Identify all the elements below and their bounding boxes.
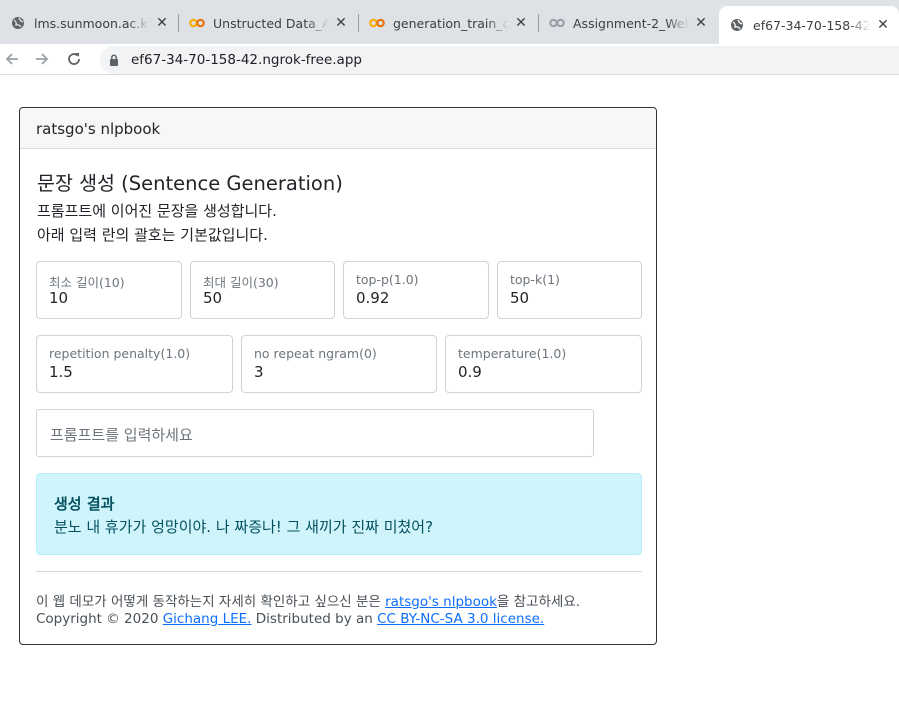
prompt-input[interactable]: 프롬프트를 입력하세요 <box>36 409 594 457</box>
globe-icon <box>729 17 745 33</box>
reload-button[interactable] <box>63 48 85 70</box>
close-icon[interactable]: ✕ <box>513 15 529 31</box>
browser-toolbar: ef67-34-70-158-42.ngrok-free.app <box>0 44 899 75</box>
arrow-left-icon <box>5 53 18 65</box>
address-bar[interactable]: ef67-34-70-158-42.ngrok-free.app <box>100 46 899 74</box>
nlpbook-card: ratsgo's nlpbook 문장 생성 (Sentence Generat… <box>19 107 657 645</box>
max-length-input[interactable]: 50 <box>203 289 222 307</box>
close-icon[interactable]: ✕ <box>333 15 349 31</box>
tab-title: Assignment-2_Web.ipynb <box>573 15 689 31</box>
footer-line-1: 이 웹 데모가 어떻게 동작하는지 자세히 확인하고 싶으신 분은 ratsgo… <box>36 590 580 610</box>
tab-title: lms.sunmoon.ac.kr_ilos <box>34 15 150 31</box>
reload-icon <box>68 53 80 65</box>
no-repeat-ngram-input[interactable]: 3 <box>254 363 264 381</box>
top-p-label: top-p(1.0) <box>356 272 419 287</box>
license-link[interactable]: CC BY-NC-SA 3.0 license. <box>377 611 544 627</box>
tab-ngrok-active[interactable]: ef67-34-70-158-42.ngrok ✕ <box>719 6 899 44</box>
author-link[interactable]: Gichang LEE. <box>163 611 252 627</box>
footer-text: 을 참고하세요. <box>496 594 581 610</box>
repetition-penalty-input[interactable]: 1.5 <box>49 363 73 381</box>
tab-unstructed-data[interactable]: Unstructed Data_Assign ✕ <box>179 6 357 40</box>
footer-text: 이 웹 데모가 어떻게 동작하는지 자세히 확인하고 싶으신 분은 <box>36 594 386 610</box>
close-icon[interactable]: ✕ <box>875 17 891 33</box>
page-title: 문장 생성 (Sentence Generation) <box>37 172 343 195</box>
repetition-penalty-label: repetition penalty(1.0) <box>49 346 191 361</box>
tab-assignment-2[interactable]: Assignment-2_Web.ipynb ✕ <box>539 6 717 40</box>
no-repeat-ngram-label: no repeat ngram(0) <box>254 346 377 361</box>
copyright-text: Copyright © 2020 <box>36 611 163 627</box>
tab-title: ef67-34-70-158-42.ngrok <box>753 17 871 33</box>
colab-icon <box>189 15 205 31</box>
tab-title: Unstructed Data_Assign <box>213 15 329 31</box>
description-line-2: 아래 입력 란의 괄호는 기본값입니다. <box>37 226 268 244</box>
tab-generation-train[interactable]: generation_train_colab ✕ <box>359 6 537 40</box>
temperature-label: temperature(1.0) <box>458 346 567 361</box>
prompt-placeholder: 프롬프트를 입력하세요 <box>50 426 193 444</box>
tab-title: generation_train_colab <box>393 15 509 31</box>
top-k-field[interactable]: top-k(1) 50 <box>497 261 642 319</box>
footer-text: Distributed by an <box>251 611 378 627</box>
globe-icon <box>10 15 26 31</box>
max-length-field[interactable]: 최대 길이(30) 50 <box>190 261 335 319</box>
divider <box>36 571 642 572</box>
top-p-input[interactable]: 0.92 <box>356 289 389 307</box>
url-text: ef67-34-70-158-42.ngrok-free.app <box>131 52 362 68</box>
temperature-input[interactable]: 0.9 <box>458 363 482 381</box>
back-button[interactable] <box>1 48 23 70</box>
footer-line-2: Copyright © 2020 Gichang LEE. Distribute… <box>36 611 544 627</box>
result-heading: 생성 결과 <box>54 495 115 513</box>
colab-icon <box>549 15 565 31</box>
forward-button[interactable] <box>31 48 53 70</box>
colab-icon <box>369 15 385 31</box>
close-icon[interactable]: ✕ <box>154 15 170 31</box>
arrow-right-icon <box>36 53 49 65</box>
result-text: 분노 내 휴가가 엉망이야. 나 짜증나! 그 새끼가 진짜 미쳤어? <box>54 518 434 536</box>
min-length-input[interactable]: 10 <box>49 289 68 307</box>
top-k-label: top-k(1) <box>510 272 560 287</box>
min-length-field[interactable]: 최소 길이(10) 10 <box>36 261 182 319</box>
description-line-1: 프롬프트에 이어진 문장을 생성합니다. <box>37 202 277 220</box>
result-alert: 생성 결과 분노 내 휴가가 엉망이야. 나 짜증나! 그 새끼가 진짜 미쳤어… <box>36 473 642 555</box>
card-header: ratsgo's nlpbook <box>20 108 656 149</box>
no-repeat-ngram-field[interactable]: no repeat ngram(0) 3 <box>241 335 437 393</box>
tab-lms[interactable]: lms.sunmoon.ac.kr_ilos ✕ <box>0 6 178 40</box>
top-k-input[interactable]: 50 <box>510 289 529 307</box>
temperature-field[interactable]: temperature(1.0) 0.9 <box>445 335 642 393</box>
close-icon[interactable]: ✕ <box>693 15 709 31</box>
top-p-field[interactable]: top-p(1.0) 0.92 <box>343 261 489 319</box>
repetition-penalty-field[interactable]: repetition penalty(1.0) 1.5 <box>36 335 233 393</box>
lock-icon <box>110 54 118 66</box>
browser-tab-strip: lms.sunmoon.ac.kr_ilos ✕ Unstructed Data… <box>0 0 899 44</box>
nlpbook-link[interactable]: ratsgo's nlpbook <box>385 594 497 610</box>
